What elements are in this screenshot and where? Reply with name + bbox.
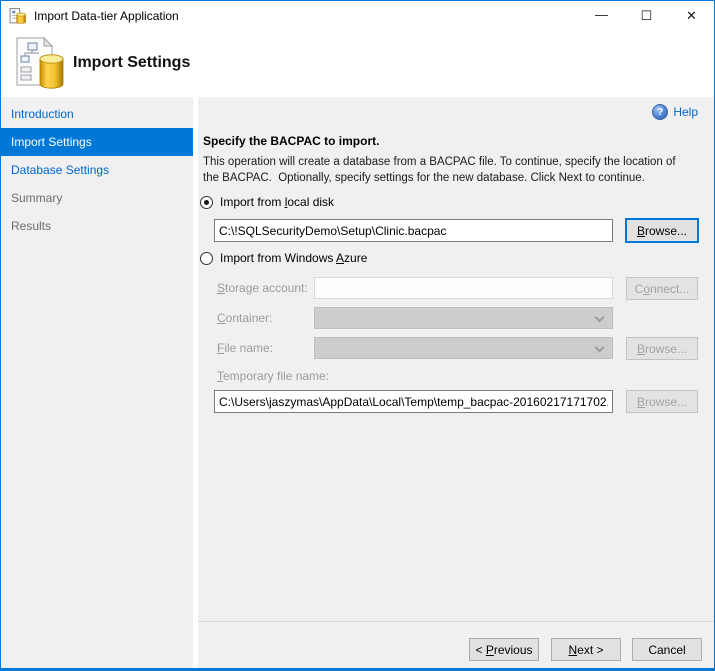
- radio-local-label: Import from local disk: [220, 195, 334, 209]
- sidebar-item-introduction[interactable]: Introduction: [1, 100, 193, 128]
- wizard-steps-sidebar: Introduction Import Settings Database Se…: [1, 97, 193, 668]
- browse-bacpac-button[interactable]: Browse...: [625, 218, 699, 243]
- minimize-button[interactable]: —: [579, 1, 624, 31]
- description-line-2: the BACPAC. Optionally, specify settings…: [203, 172, 645, 184]
- import-settings-icon: [13, 36, 67, 92]
- file-name-dropdown: [314, 337, 613, 359]
- cancel-button[interactable]: Cancel: [632, 638, 702, 661]
- bacpac-path-input[interactable]: [214, 219, 613, 242]
- import-data-tier-application-dialog: Import Data-tier Application — ☐ ✕: [0, 0, 715, 671]
- radio-import-windows-azure[interactable]: Import from Windows Azure: [200, 251, 367, 265]
- storage-account-label: Storage account:: [217, 281, 308, 295]
- sidebar-item-import-settings[interactable]: Import Settings: [1, 128, 193, 156]
- browse-temporary-file-button: Browse...: [626, 390, 698, 413]
- help-label: Help: [673, 105, 698, 119]
- storage-account-input: [314, 277, 613, 299]
- radio-button-icon: [200, 196, 213, 209]
- page-title: Import Settings: [73, 54, 190, 72]
- radio-azure-label: Import from Windows Azure: [220, 251, 367, 265]
- radio-import-local-disk[interactable]: Import from local disk: [200, 195, 334, 209]
- footer-divider: [198, 621, 714, 622]
- sidebar-item-results: Results: [1, 212, 193, 240]
- file-name-label: File name:: [217, 341, 273, 355]
- maximize-button[interactable]: ☐: [624, 1, 669, 31]
- window-title: Import Data-tier Application: [34, 9, 179, 23]
- import-settings-panel: ? Help Specify the BACPAC to import. Thi…: [198, 97, 714, 668]
- chevron-down-icon: [595, 313, 605, 323]
- dialog-body: Introduction Import Settings Database Se…: [1, 97, 714, 668]
- radio-button-icon: [200, 252, 213, 265]
- app-icon: [9, 8, 26, 25]
- temporary-file-name-label: Temporary file name:: [217, 369, 329, 383]
- sidebar-item-summary: Summary: [1, 184, 193, 212]
- previous-button[interactable]: < Previous: [469, 638, 539, 661]
- window-controls: — ☐ ✕: [579, 1, 714, 31]
- container-dropdown: [314, 307, 613, 329]
- help-icon: ?: [652, 104, 668, 120]
- temporary-file-name-input[interactable]: [214, 390, 613, 413]
- wizard-header: Import Settings: [1, 31, 714, 97]
- connect-button: Connect...: [626, 277, 698, 300]
- help-link[interactable]: ? Help: [652, 104, 698, 120]
- description-line-1: This operation will create a database fr…: [203, 156, 676, 168]
- next-button[interactable]: Next >: [551, 638, 621, 661]
- browse-file-name-button: Browse...: [626, 337, 698, 360]
- container-label: Container:: [217, 311, 272, 325]
- chevron-down-icon: [595, 343, 605, 353]
- section-heading: Specify the BACPAC to import.: [203, 134, 379, 148]
- sidebar-item-database-settings[interactable]: Database Settings: [1, 156, 193, 184]
- close-button[interactable]: ✕: [669, 1, 714, 31]
- title-bar: Import Data-tier Application — ☐ ✕: [1, 1, 714, 31]
